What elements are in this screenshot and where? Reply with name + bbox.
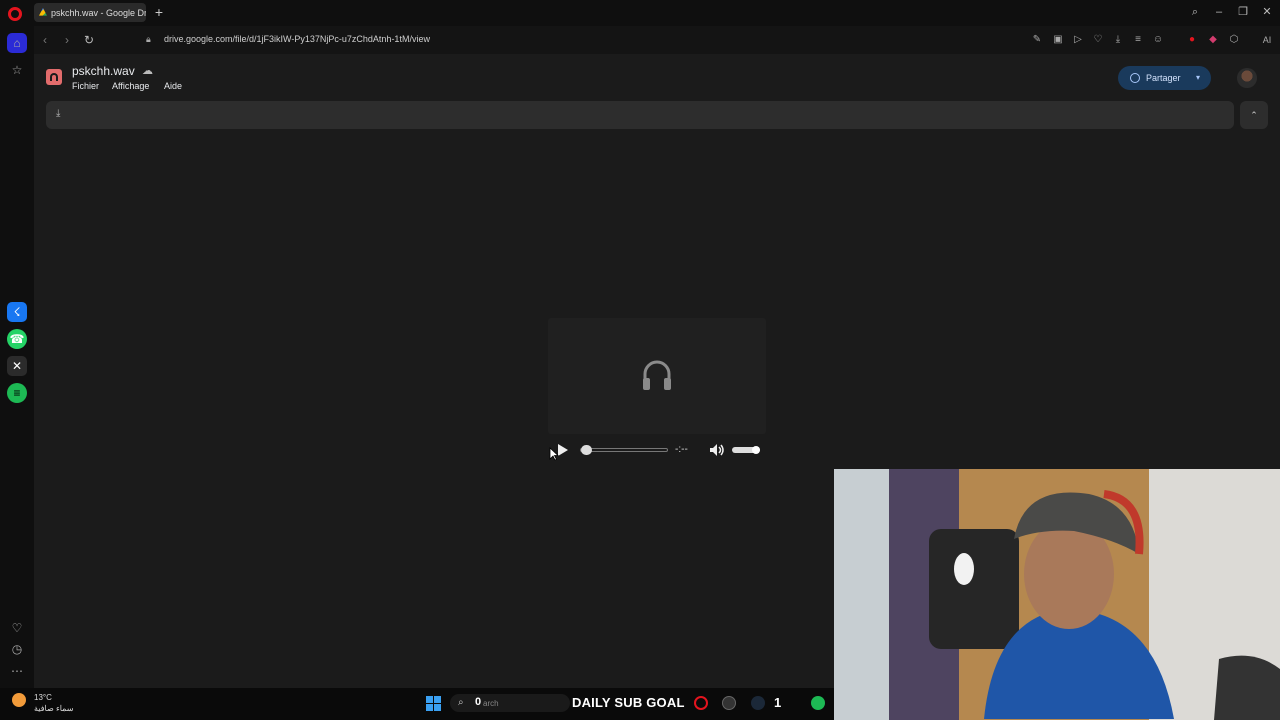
- browser-sidebar: ⌂ ☆ ☇ ☎ ✕ ≡ ♡ ◷ ⋯: [0, 26, 34, 688]
- menu-icon[interactable]: ≡: [1131, 33, 1145, 47]
- app-taskbar-icon[interactable]: [722, 696, 736, 710]
- browser-tab[interactable]: pskchh.wav - Google Drive: [34, 3, 146, 22]
- share-options-chevron-icon[interactable]: ▾: [1196, 66, 1211, 90]
- menu-aide[interactable]: Aide: [164, 81, 182, 91]
- opera-taskbar-icon[interactable]: [694, 696, 708, 710]
- profile-icon[interactable]: ☺: [1151, 33, 1165, 47]
- heart-icon[interactable]: ♡: [1091, 33, 1105, 47]
- steam-taskbar-icon[interactable]: [751, 696, 765, 710]
- opera-extension-icon[interactable]: ●: [1185, 33, 1199, 47]
- extensions-cube-icon[interactable]: ⬡: [1227, 33, 1241, 47]
- lock-icon[interactable]: 🔒︎: [146, 34, 155, 44]
- volume-icon[interactable]: [709, 443, 725, 457]
- time-display: -:--: [675, 444, 688, 455]
- ai-button[interactable]: AI: [1256, 33, 1278, 47]
- seek-bar[interactable]: [580, 448, 668, 452]
- sub-goal-count: 1: [774, 695, 782, 710]
- play-icon[interactable]: ▷: [1071, 33, 1085, 47]
- camera-icon[interactable]: ▣: [1051, 33, 1065, 47]
- edit-icon[interactable]: ✎: [1030, 33, 1044, 47]
- account-avatar[interactable]: [1237, 68, 1257, 88]
- home-icon[interactable]: ⌂: [7, 33, 27, 53]
- search-icon: ⌕: [458, 697, 464, 708]
- messenger-icon[interactable]: ☇: [7, 302, 27, 322]
- favorites-heart-icon[interactable]: ♡: [7, 618, 27, 638]
- url-field[interactable]: drive.google.com/file/d/1jF3ikIW-Py137Nj…: [164, 34, 430, 44]
- audio-file-icon: [46, 69, 62, 85]
- globe-icon: [1130, 73, 1140, 83]
- shield-extension-icon[interactable]: ◆: [1206, 33, 1220, 47]
- spotify-taskbar-icon[interactable]: [811, 696, 825, 710]
- search-overlay-count: 0: [475, 696, 482, 708]
- file-name[interactable]: pskchh.wav: [72, 64, 135, 78]
- minimize-button[interactable]: –: [1211, 4, 1227, 20]
- x-twitter-icon[interactable]: ✕: [7, 356, 27, 376]
- search-placeholder: arch: [483, 699, 499, 708]
- weather-description[interactable]: سماء صافية: [34, 704, 74, 713]
- collapse-chevron-icon[interactable]: ⌃: [1240, 101, 1268, 129]
- back-button[interactable]: ‹: [38, 33, 52, 47]
- menu-affichage[interactable]: Affichage: [112, 81, 149, 91]
- weather-icon[interactable]: [12, 693, 26, 707]
- add-shortcut-icon[interactable]: ☁: [142, 64, 153, 77]
- sub-goal-label: DAILY SUB GOAL: [572, 695, 685, 710]
- download-icon[interactable]: ⤓: [1111, 33, 1125, 47]
- webcam-overlay: [834, 469, 1280, 720]
- menu-fichier[interactable]: Fichier: [72, 81, 99, 91]
- ai-label: AI: [1262, 35, 1272, 45]
- opera-logo[interactable]: [8, 7, 22, 21]
- download-file-icon[interactable]: ⤓: [56, 108, 60, 119]
- history-clock-icon[interactable]: ◷: [7, 639, 27, 659]
- restore-button[interactable]: ❐: [1235, 4, 1251, 20]
- more-options-icon[interactable]: ⋯: [7, 661, 27, 681]
- reload-button[interactable]: ↻: [82, 33, 96, 47]
- whatsapp-icon[interactable]: ☎: [7, 329, 27, 349]
- forward-button[interactable]: ›: [60, 33, 74, 47]
- share-label: Partager: [1146, 73, 1181, 83]
- close-button[interactable]: ✕: [1259, 4, 1275, 20]
- tab-title: pskchh.wav - Google Drive: [50, 7, 146, 18]
- mouse-cursor-icon: [549, 447, 559, 461]
- search-tabs-icon[interactable]: ⌕: [1187, 4, 1203, 20]
- temperature[interactable]: 13°C: [34, 693, 52, 702]
- viewer-toolbar: [46, 101, 1234, 129]
- new-tab-button[interactable]: +: [152, 5, 166, 19]
- headphones-icon: [643, 360, 671, 390]
- taskbar-search[interactable]: [450, 694, 570, 712]
- seek-thumb[interactable]: [581, 445, 592, 455]
- bookmarks-star-icon[interactable]: ☆: [7, 60, 27, 80]
- volume-thumb[interactable]: [752, 446, 760, 454]
- windows-taskbar: 13°C سماء صافية ⌕ 0 arch DAILY SUB GOAL …: [0, 688, 834, 720]
- google-drive-favicon-icon: [39, 8, 47, 16]
- tab-strip: pskchh.wav - Google Drive + ⌕ – ❐ ✕: [0, 0, 1280, 26]
- spotify-icon[interactable]: ≡: [7, 383, 27, 403]
- windows-start-icon[interactable]: [426, 696, 441, 711]
- address-bar-row: ‹ › ↻ 🔒︎ drive.google.com/file/d/1jF3ikI…: [34, 26, 1280, 54]
